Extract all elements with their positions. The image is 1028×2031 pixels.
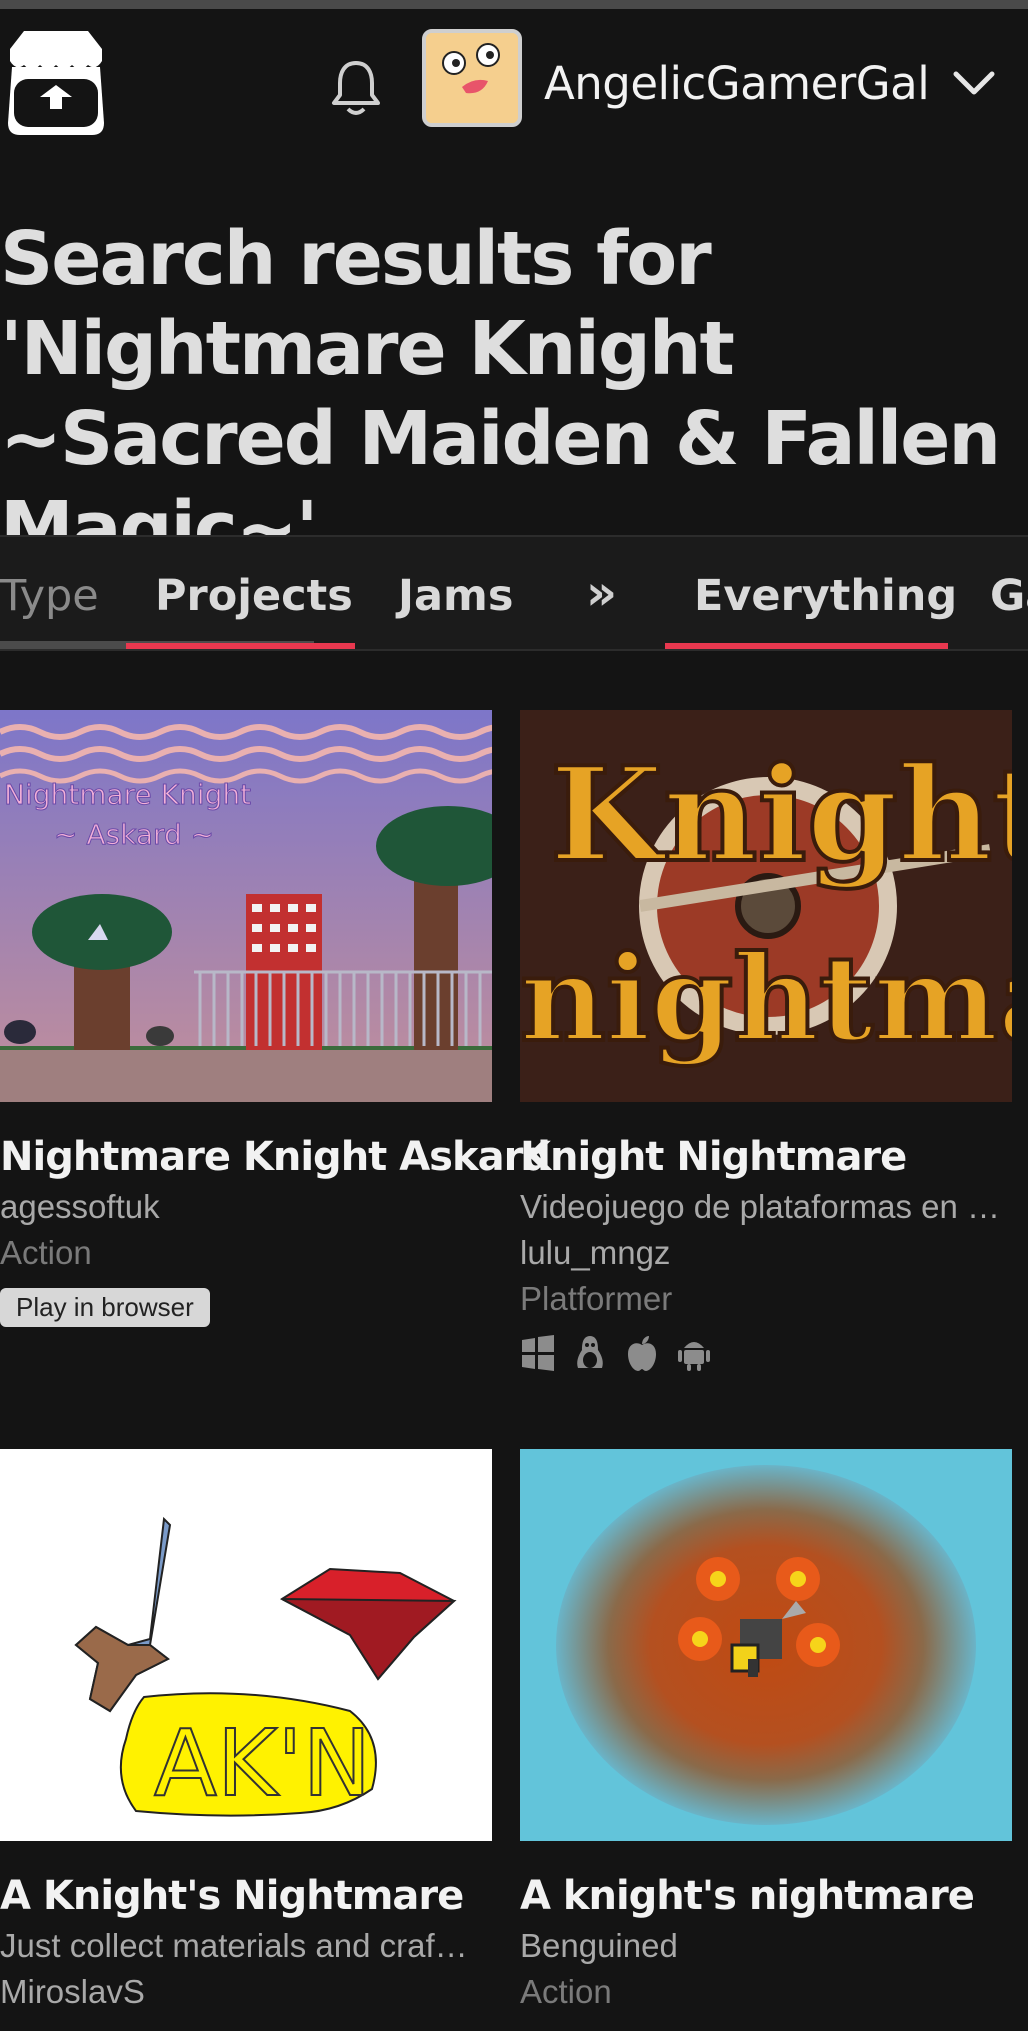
thumb-subtitle-text: nightmare bbox=[520, 929, 1012, 1068]
game-author[interactable]: lulu_mngz bbox=[520, 1234, 1012, 1272]
thumb-title-text: Knight bbox=[550, 738, 1012, 891]
game-title[interactable]: Knight Nightmare bbox=[520, 1134, 1012, 1180]
tab-games[interactable]: Ga bbox=[990, 571, 1028, 621]
game-description: Videojuego de plataformas en … bbox=[520, 1188, 1001, 1225]
tab-more-chevron-icon[interactable]: » bbox=[586, 565, 617, 621]
game-card[interactable]: Knight nightmare Knight Nightmare Videoj… bbox=[520, 710, 1012, 1372]
game-genre: Action bbox=[520, 1973, 612, 2010]
platform-icons bbox=[520, 1334, 1012, 1372]
game-card[interactable]: Nightmare Knight ~ Askard ~ Nightmare Kn… bbox=[0, 710, 551, 1327]
thumb-title-text: Nightmare Knight bbox=[4, 778, 251, 811]
game-thumbnail[interactable] bbox=[520, 1449, 1012, 1841]
chevron-down-icon[interactable] bbox=[950, 64, 998, 104]
linux-icon bbox=[572, 1334, 608, 1372]
notifications-bell-icon[interactable] bbox=[328, 57, 384, 119]
play-in-browser-badge[interactable]: Play in browser bbox=[0, 1288, 210, 1327]
filter-tab-bar: Type Projects Jams » Everything Ga bbox=[0, 535, 1028, 651]
game-title[interactable]: A Knight's Nightmare bbox=[0, 1873, 492, 1919]
itchio-logo-icon[interactable] bbox=[0, 27, 112, 139]
username-label[interactable]: AngelicGamerGal bbox=[544, 57, 930, 110]
game-description: Just collect materials and craf… bbox=[0, 1927, 468, 1964]
tab-type-label: Type bbox=[0, 571, 99, 621]
game-author[interactable]: MiroslavS bbox=[0, 1973, 492, 2011]
site-header: AngelicGamerGal bbox=[0, 9, 1028, 159]
game-card[interactable]: A knight's nightmare Benguined Action bbox=[520, 1449, 1012, 2011]
tab-indicator-projects bbox=[126, 643, 355, 649]
game-author[interactable]: agessoftuk bbox=[0, 1188, 492, 1226]
game-thumbnail[interactable]: AK'N bbox=[0, 1449, 492, 1841]
thumb-subtitle-text: ~ Askard ~ bbox=[54, 818, 214, 851]
tab-jams[interactable]: Jams bbox=[398, 571, 513, 621]
game-title[interactable]: A knight's nightmare bbox=[520, 1873, 1012, 1919]
apple-icon bbox=[624, 1334, 660, 1372]
game-card[interactable]: AK'N A Knight's Nightmare Just collect m… bbox=[0, 1449, 492, 2011]
game-author[interactable]: Benguined bbox=[520, 1927, 1012, 1965]
game-thumbnail[interactable]: Nightmare Knight ~ Askard ~ bbox=[0, 710, 492, 1102]
game-title[interactable]: Nightmare Knight Askard bbox=[0, 1134, 551, 1180]
android-icon bbox=[676, 1334, 712, 1372]
windows-icon bbox=[520, 1334, 556, 1372]
game-genre: Platformer bbox=[520, 1280, 673, 1317]
tab-projects[interactable]: Projects bbox=[155, 571, 353, 621]
game-genre: Action bbox=[0, 1234, 92, 1271]
search-results-title: Search results for 'Nightmare Knight ~Sa… bbox=[0, 216, 1001, 572]
top-status-strip bbox=[0, 0, 1028, 9]
tab-everything[interactable]: Everything bbox=[694, 571, 957, 621]
tab-indicator-everything bbox=[665, 643, 948, 649]
user-avatar[interactable] bbox=[422, 29, 522, 127]
thumb-title-text: AK'N bbox=[154, 1710, 371, 1817]
game-thumbnail[interactable]: Knight nightmare bbox=[520, 710, 1012, 1102]
